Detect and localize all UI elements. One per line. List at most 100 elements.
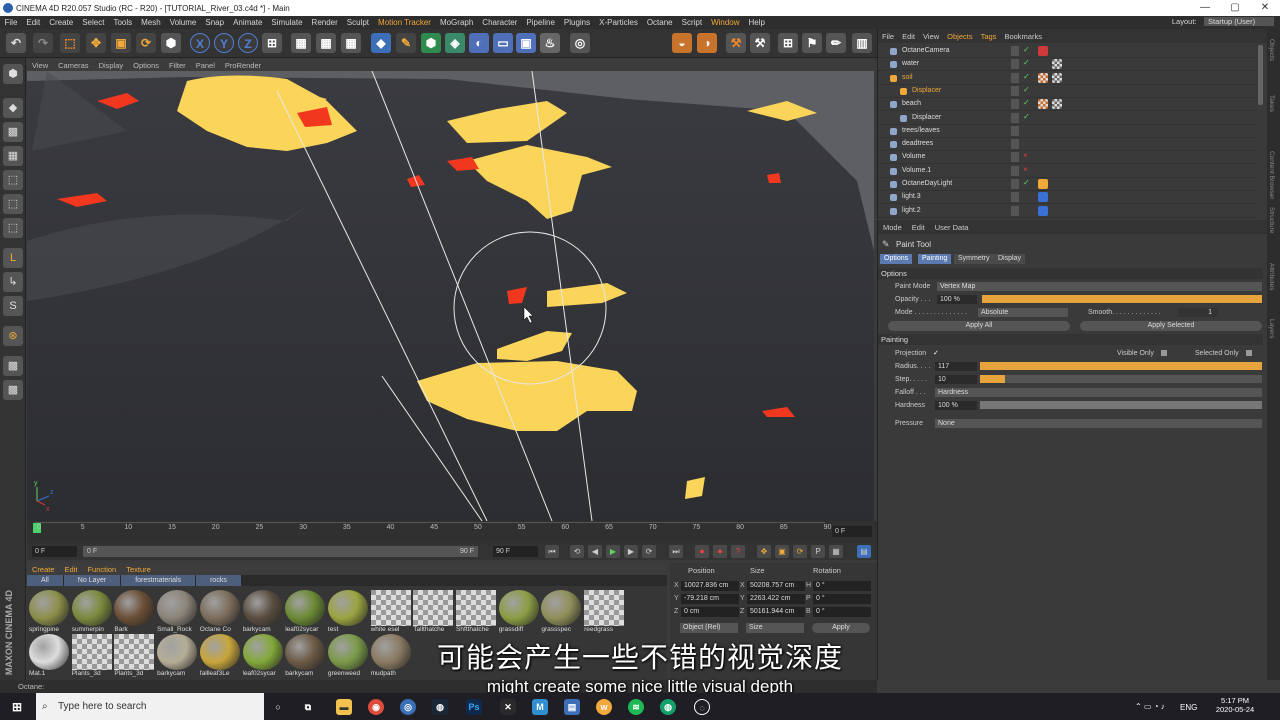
hardness-field[interactable]: 100 % <box>935 401 977 410</box>
visibility-dots[interactable] <box>1011 46 1019 56</box>
rotation-field[interactable]: 0 ° <box>813 607 871 617</box>
object-row[interactable]: water ✓ <box>878 58 1258 72</box>
menu-mesh[interactable]: Mesh <box>137 18 166 27</box>
material-swatch[interactable] <box>199 590 240 626</box>
subdivision-icon[interactable]: ⬢ <box>421 33 441 53</box>
record-keys-icon[interactable]: ⏺ <box>695 545 709 558</box>
object-row[interactable]: trees/leaves <box>878 125 1258 138</box>
object-menu-bookmarks[interactable]: Bookmarks <box>1000 32 1046 41</box>
side-tab-content-browser[interactable]: Content Browser <box>1268 151 1275 199</box>
menu-file[interactable]: File <box>0 18 22 27</box>
menu-window[interactable]: Window <box>707 18 744 27</box>
material-swatch[interactable] <box>327 590 368 626</box>
opacity-field[interactable]: 100 % <box>937 295 977 304</box>
layout-toggle-icon[interactable]: ▥ <box>852 33 872 53</box>
smooth-field[interactable]: 1 <box>1178 308 1218 317</box>
visibility-dots[interactable] <box>1011 205 1019 216</box>
object-tag-icon[interactable] <box>1038 99 1048 110</box>
menu-render[interactable]: Render <box>307 18 342 27</box>
material-swatch[interactable] <box>157 634 198 670</box>
visibility-dots[interactable] <box>1011 59 1019 70</box>
current-frame-field[interactable]: 0 F <box>32 546 77 557</box>
make-editable-icon[interactable]: ⬢ <box>3 64 23 84</box>
menu-create[interactable]: Create <box>45 18 78 27</box>
visibility-dots[interactable] <box>1011 192 1019 203</box>
floor-icon[interactable]: ▭ <box>493 33 513 53</box>
enable-check-icon[interactable]: ✓ <box>1023 45 1030 54</box>
side-tab-layers[interactable]: Layers <box>1268 319 1275 339</box>
material-swatch[interactable] <box>584 590 625 626</box>
viewport-menu-cameras[interactable]: Cameras <box>53 61 93 70</box>
material-tab[interactable]: All <box>27 575 63 586</box>
object-row[interactable]: deadtrees <box>878 138 1258 152</box>
move-icon[interactable]: ✥ <box>86 33 106 53</box>
material-swatch[interactable] <box>71 590 112 626</box>
material-tag-icon[interactable] <box>1052 72 1062 83</box>
sculpt-tools-icon[interactable]: ⚒ <box>726 33 746 53</box>
planar-workplane-icon[interactable]: ▩ <box>3 380 23 400</box>
disable-x-icon[interactable]: × <box>1023 151 1028 160</box>
size-field[interactable]: 50208.757 cm <box>747 581 805 591</box>
steam-icon[interactable]: ◍ <box>432 699 448 715</box>
material-swatch[interactable] <box>242 634 283 670</box>
menu-x-particles[interactable]: X-Particles <box>595 18 643 27</box>
camera-icon[interactable]: ▣ <box>516 33 536 53</box>
object-scrollbar[interactable] <box>1258 45 1263 105</box>
go-to-end-icon[interactable]: ⏭ <box>669 545 683 558</box>
falloff-select[interactable]: Hardness <box>935 388 1262 397</box>
mode-select[interactable]: Absolute <box>978 308 1068 317</box>
snap-icon[interactable]: ⚑ <box>802 33 822 53</box>
menu-mograph[interactable]: MoGraph <box>435 18 477 27</box>
object-row[interactable]: Displacer ✓ <box>878 112 1258 125</box>
lock-workplane-icon[interactable]: ▩ <box>3 356 23 376</box>
points-mode-icon[interactable]: ⬚ <box>3 170 23 190</box>
tab-display[interactable]: Display <box>994 254 1025 264</box>
word-icon[interactable]: ▤ <box>564 699 580 715</box>
layout-select[interactable]: Startup (User) <box>1204 17 1274 26</box>
position-field[interactable]: 0 cm <box>681 607 739 617</box>
recent-tool-icon[interactable]: ⬢ <box>161 33 181 53</box>
object-menu-view[interactable]: View <box>919 32 943 41</box>
object-row[interactable]: Displacer ✓ <box>878 85 1258 98</box>
coordinate-mode-select[interactable]: Object (Rel) <box>680 623 738 633</box>
menu-simulate[interactable]: Simulate <box>267 18 307 27</box>
menu-snap[interactable]: Snap <box>201 18 229 27</box>
3d-viewport[interactable]: y z x ✥ ⇕ ⟳ ▢ <box>27 71 874 521</box>
position-field[interactable]: 10027.836 cm <box>681 581 739 591</box>
chrome-icon[interactable]: ◉ <box>368 699 384 715</box>
solo-mode-icon[interactable]: S <box>3 296 23 316</box>
object-row[interactable]: Volume × <box>878 151 1258 165</box>
mail-icon[interactable]: M <box>532 699 548 715</box>
tab-symmetry[interactable]: Symmetry <box>954 254 994 264</box>
chat-app-icon[interactable]: ◍ <box>660 699 676 715</box>
visibility-dots[interactable] <box>1011 125 1019 136</box>
material-swatch[interactable] <box>327 634 368 670</box>
object-row[interactable]: beach ✓ <box>878 98 1258 112</box>
menu-plugins[interactable]: Plugins <box>559 18 594 27</box>
apply-all-button[interactable]: Apply All <box>888 321 1070 331</box>
windows-start-icon[interactable]: ⊞ <box>9 699 25 715</box>
menu-motion-tracker[interactable]: Motion Tracker <box>374 18 436 27</box>
material-swatch[interactable] <box>456 590 496 626</box>
photoshop-icon[interactable]: Ps <box>466 699 482 715</box>
key-scale-icon[interactable]: ▣ <box>775 545 789 558</box>
enable-check-icon[interactable]: ✓ <box>1023 98 1030 107</box>
viewport-menu-display[interactable]: Display <box>94 61 129 70</box>
paint-mode-select[interactable]: Vertex Map <box>937 282 1262 291</box>
material-swatch[interactable] <box>285 590 326 626</box>
menu-select[interactable]: Select <box>78 18 109 27</box>
taskbar-search-box[interactable]: ⌕ Type here to search <box>36 693 264 720</box>
selected-only-checkbox[interactable] <box>1246 350 1252 356</box>
next-frame-icon[interactable]: ▶ <box>624 545 638 558</box>
visibility-dots[interactable] <box>1011 99 1019 110</box>
keyframe-selection-icon[interactable]: ? <box>731 545 745 558</box>
go-to-start-icon[interactable]: ⏮ <box>545 545 559 558</box>
menu-pipeline[interactable]: Pipeline <box>522 18 559 27</box>
key-param-icon[interactable]: P <box>811 545 825 558</box>
size-field[interactable]: 50161.944 cm <box>747 607 805 617</box>
model-mode-icon[interactable]: ◆ <box>3 98 23 118</box>
timeline-ruler[interactable]: 0 5 10 15 20 25 30 35 40 45 50 55 60 65 70 75 80 85 90 0 F <box>27 521 877 543</box>
object-tag-icon[interactable] <box>1038 192 1048 203</box>
position-field[interactable]: -79.218 cm <box>681 594 739 604</box>
opacity-slider[interactable] <box>982 295 1262 303</box>
